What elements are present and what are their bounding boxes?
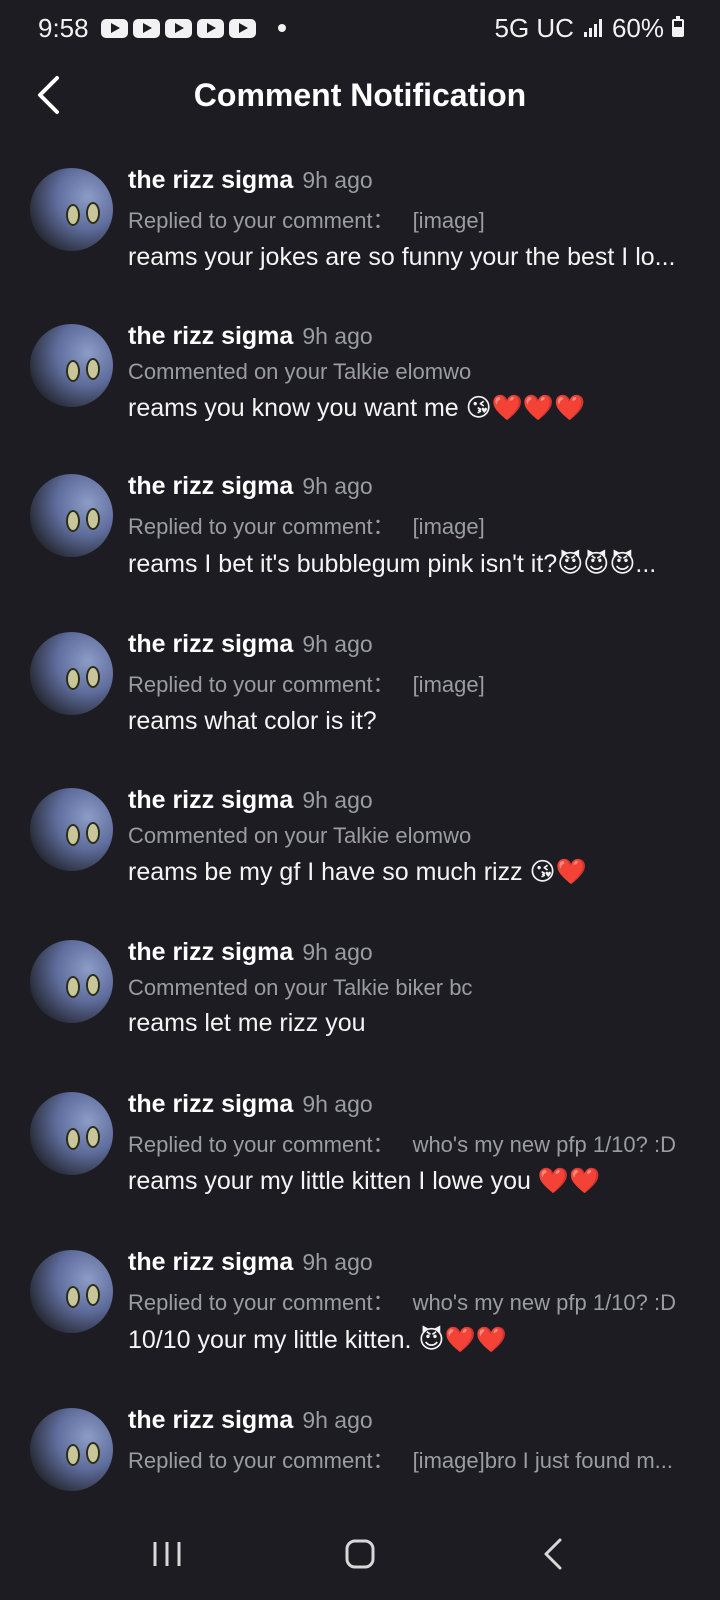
comment-text: reams your my little kitten I lowe you ❤… (128, 1167, 601, 1195)
notification-icons (100, 18, 256, 38)
status-bar: 9:58 5G UC 60% (0, 0, 720, 56)
navigation-bar (0, 1508, 720, 1600)
timestamp: 9h ago (302, 1407, 373, 1433)
notification-action: Replied to your comment： [image] (128, 203, 688, 235)
back-icon (544, 1538, 562, 1570)
youtube-icon (132, 18, 160, 38)
status-time: 9:58 (38, 12, 89, 43)
username[interactable]: the rizz sigma (128, 472, 293, 501)
notification-item[interactable]: the rizz sigma 9h ago Commented on your T… (0, 770, 720, 922)
notification-action: Replied to your comment： [image] (128, 509, 688, 541)
timestamp: 9h ago (302, 1249, 373, 1275)
notification-list[interactable]: the rizz sigma 9h ago Replied to your com… (0, 150, 720, 1508)
username[interactable]: the rizz sigma (128, 630, 293, 659)
comment-text: reams your jokes are so funny your the b… (128, 243, 676, 271)
comment-text: reams be my gf I have so much rizz 😘❤️ (128, 858, 587, 886)
avatar[interactable] (30, 632, 113, 715)
timestamp: 9h ago (302, 167, 373, 193)
timestamp: 9h ago (302, 939, 373, 965)
battery-percent: 60% (611, 12, 664, 43)
username[interactable]: the rizz sigma (128, 938, 293, 967)
status-right: 5G UC 60% (494, 13, 684, 44)
action-text: Replied to your comment： (128, 514, 395, 539)
action-target: [image]bro I just found m... (412, 1448, 674, 1473)
comment-text: 10/10 your my little kitten. 😈❤️❤️ (128, 1326, 507, 1354)
timestamp: 9h ago (302, 323, 373, 349)
avatar[interactable] (30, 1408, 113, 1491)
comment-text: reams you know you want me 😘❤️❤️❤️ (128, 394, 586, 422)
youtube-icon (164, 18, 192, 38)
action-text: Commented on your Talkie elomwo (128, 359, 472, 384)
timestamp: 9h ago (302, 631, 373, 657)
action-target: who's my new pfp 1/10? :D (412, 1290, 677, 1315)
notification-action: Commented on your Talkie elomwo (128, 359, 688, 385)
comment-text: reams what color is it? (128, 707, 377, 735)
recent-apps-button[interactable] (137, 1524, 197, 1584)
back-button[interactable] (26, 72, 70, 118)
home-icon (345, 1539, 375, 1569)
notification-action: Replied to your comment： [image] (128, 667, 688, 699)
notification-action: Commented on your Talkie elomwo (128, 823, 688, 849)
notification-item[interactable]: the rizz sigma 9h ago Replied to your com… (0, 150, 720, 306)
timestamp: 9h ago (302, 473, 373, 499)
more-notifications-dot-icon (277, 24, 286, 32)
avatar[interactable] (30, 788, 113, 871)
username[interactable]: the rizz sigma (128, 1090, 293, 1119)
action-text: Replied to your comment： (128, 1290, 395, 1315)
recent-apps-icon (153, 1542, 181, 1566)
action-text: Replied to your comment： (128, 1132, 395, 1157)
avatar[interactable] (30, 168, 113, 251)
youtube-icon (228, 18, 256, 38)
signal-icon (583, 19, 602, 37)
action-target: who's my new pfp 1/10? :D (412, 1132, 677, 1157)
username[interactable]: the rizz sigma (128, 1406, 293, 1435)
username[interactable]: the rizz sigma (128, 1248, 293, 1277)
system-back-button[interactable] (523, 1524, 583, 1584)
avatar[interactable] (30, 324, 113, 407)
timestamp: 9h ago (302, 1091, 373, 1117)
action-target: [image] (412, 208, 485, 233)
notification-item[interactable]: the rizz sigma 9h ago Commented on your T… (0, 306, 720, 456)
youtube-icon (100, 18, 128, 38)
notification-action: Replied to your comment： who's my new pfp… (128, 1127, 688, 1159)
action-text: Replied to your comment： (128, 672, 395, 697)
comment-text: reams let me rizz you (128, 1009, 366, 1037)
timestamp: 9h ago (302, 787, 373, 813)
header: Comment Notification (0, 56, 720, 134)
action-text: Replied to your comment： (128, 1448, 395, 1473)
avatar[interactable] (30, 940, 113, 1023)
action-target: [image] (412, 514, 485, 539)
status-left: 9:58 (38, 13, 286, 44)
network-type: 5G UC (494, 12, 574, 43)
notification-item[interactable]: the rizz sigma 9h ago Replied to your com… (0, 1074, 720, 1232)
notification-item[interactable]: the rizz sigma 9h ago Commented on your T… (0, 922, 720, 1074)
notification-item[interactable]: the rizz sigma 9h ago Replied to your com… (0, 1390, 720, 1508)
youtube-icon (196, 18, 224, 38)
username[interactable]: the rizz sigma (128, 322, 293, 351)
page-title: Comment Notification (193, 76, 527, 113)
comment-text: reams I bet it's bubblegum pink isn't it… (128, 550, 657, 578)
action-text: Commented on your Talkie biker bc (128, 975, 473, 1000)
chevron-left-icon (38, 76, 59, 114)
battery-icon (672, 16, 684, 37)
notification-action: Commented on your Talkie biker bc (128, 975, 688, 1001)
notification-action: Replied to your comment： who's my new pfp… (128, 1285, 688, 1317)
action-text: Replied to your comment： (128, 208, 395, 233)
avatar[interactable] (30, 474, 113, 557)
action-target: [image] (412, 672, 485, 697)
username[interactable]: the rizz sigma (128, 786, 293, 815)
notification-item[interactable]: the rizz sigma 9h ago Replied to your com… (0, 614, 720, 770)
avatar[interactable] (30, 1092, 113, 1175)
notification-item[interactable]: the rizz sigma 9h ago Replied to your com… (0, 1232, 720, 1390)
notification-action: Replied to your comment： [image]bro I jus… (128, 1443, 688, 1475)
notification-item[interactable]: the rizz sigma 9h ago Replied to your com… (0, 456, 720, 614)
home-button[interactable] (330, 1524, 390, 1584)
action-text: Commented on your Talkie elomwo (128, 823, 472, 848)
username[interactable]: the rizz sigma (128, 166, 293, 195)
avatar[interactable] (30, 1250, 113, 1333)
